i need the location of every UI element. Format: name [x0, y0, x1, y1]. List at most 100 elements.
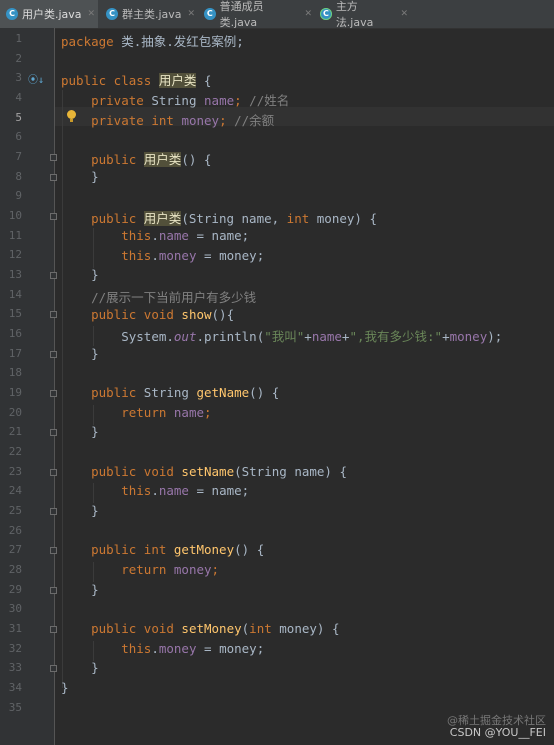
code-text: (String name, — [181, 211, 287, 226]
keyword: this — [121, 228, 152, 243]
code-text: + — [304, 329, 312, 344]
class-icon: C — [204, 8, 216, 20]
class-name: 用户类 — [158, 73, 197, 88]
code-line[interactable]: private String name; //姓名 — [61, 90, 289, 109]
code-line[interactable]: this.money = money; — [61, 641, 264, 656]
code-text: } — [91, 169, 99, 184]
line-number: 23 — [8, 465, 22, 478]
code-text: = name; — [188, 483, 250, 498]
tab-main-class[interactable]: C 主方法.java ✕ — [314, 0, 408, 29]
code-line[interactable]: } — [61, 582, 99, 597]
field: name — [166, 405, 205, 420]
line-number: 10 — [8, 209, 22, 222]
line-number: 7 — [15, 150, 22, 163]
code-line[interactable]: //展示一下当前用户有多少钱 — [61, 287, 256, 306]
code-line[interactable]: } — [61, 680, 69, 695]
code-line[interactable]: } — [61, 267, 99, 282]
code-text: } — [91, 503, 99, 518]
code-line[interactable]: this.money = money; — [61, 248, 264, 263]
code-text: money) { — [309, 211, 377, 226]
code-line[interactable]: this.name = name; — [61, 483, 249, 498]
code-line[interactable]: return money; — [61, 562, 219, 577]
code-line[interactable]: public String getName() { — [61, 385, 279, 400]
keyword: public — [91, 385, 137, 400]
keyword: public — [91, 307, 137, 322]
line-number: 12 — [8, 248, 22, 261]
line-number: 13 — [8, 268, 22, 281]
keyword: public — [91, 464, 137, 479]
code-text: ); — [487, 329, 503, 344]
code-line[interactable]: public int getMoney() { — [61, 542, 264, 557]
fold-icon[interactable] — [50, 272, 57, 279]
implements-marker-icon[interactable]: ⦿↓ — [28, 71, 44, 86]
keyword: class — [106, 73, 159, 88]
code-line[interactable]: public class 用户类 { — [61, 70, 211, 89]
line-number: 32 — [8, 642, 22, 655]
code-text: .println( — [196, 329, 265, 344]
semicolon: ; — [211, 562, 220, 577]
code-line[interactable]: } — [61, 503, 99, 518]
tab-group-owner-class[interactable]: C 群主类.java ✕ — [100, 0, 196, 28]
code-line[interactable]: package 类.抽象.发红包案例; — [61, 31, 244, 50]
close-icon[interactable]: ✕ — [400, 9, 408, 19]
close-icon[interactable]: ✕ — [88, 9, 96, 19]
line-number: 17 — [8, 347, 22, 360]
code-line[interactable]: } — [61, 346, 99, 361]
fold-icon[interactable] — [50, 587, 57, 594]
line-number: 24 — [8, 484, 22, 497]
fold-icon[interactable] — [50, 351, 57, 358]
fold-icon[interactable] — [50, 311, 57, 318]
keyword: void — [136, 464, 182, 479]
fold-icon[interactable] — [50, 469, 57, 476]
close-icon[interactable]: ✕ — [188, 9, 196, 19]
fold-icon[interactable] — [50, 390, 57, 397]
code-text: } — [91, 346, 99, 361]
fold-icon[interactable] — [50, 626, 57, 633]
code-line[interactable]: public void setMoney(int money) { — [61, 621, 339, 636]
keyword: int — [249, 621, 272, 636]
code-line[interactable]: System.out.println("我叫"+name+",我有多少钱:"+m… — [61, 326, 502, 345]
line-number: 1 — [15, 32, 22, 45]
code-line[interactable]: public void show(){ — [61, 307, 234, 322]
line-number: 4 — [15, 91, 22, 104]
line-number: 28 — [8, 563, 22, 576]
tab-member-class[interactable]: C 普通成员类.java ✕ — [198, 0, 312, 29]
field: name — [158, 228, 189, 243]
line-number: 15 — [8, 307, 22, 320]
constructor-name: 用户类 — [143, 211, 182, 226]
code-text: () { — [234, 542, 265, 557]
line-number: 31 — [8, 622, 22, 635]
code-line[interactable]: this.name = name; — [61, 228, 249, 243]
fold-icon[interactable] — [50, 154, 57, 161]
code-line[interactable]: } — [61, 424, 99, 439]
string-literal: ",我有多少钱:" — [349, 329, 443, 344]
code-line[interactable]: public 用户类(String name, int money) { — [61, 208, 377, 227]
code-text: (String name) { — [234, 464, 347, 479]
tab-user-class[interactable]: C 用户类.java ✕ — [0, 0, 98, 28]
code-line[interactable]: return name; — [61, 405, 211, 420]
fold-icon[interactable] — [50, 665, 57, 672]
code-line[interactable]: public 用户类() { — [61, 149, 211, 168]
line-number: 27 — [8, 543, 22, 556]
keyword: public — [91, 542, 137, 557]
fold-icon[interactable] — [50, 213, 57, 220]
line-number: 3 — [15, 71, 22, 84]
gutter-divider — [54, 28, 55, 745]
code-line[interactable]: public void setName(String name) { — [61, 464, 347, 479]
close-icon[interactable]: ✕ — [304, 9, 312, 19]
fold-icon[interactable] — [50, 429, 57, 436]
fold-icon[interactable] — [50, 547, 57, 554]
code-line[interactable]: } — [61, 660, 99, 675]
semicolon: ; — [234, 93, 242, 108]
line-number: 16 — [8, 327, 22, 340]
keyword: return — [121, 405, 167, 420]
line-number: 35 — [8, 701, 22, 714]
code-line[interactable]: private int money; //余额 — [61, 110, 274, 129]
code-text: . — [151, 641, 159, 656]
keyword: private — [91, 113, 144, 128]
fold-icon[interactable] — [50, 174, 57, 181]
code-line[interactable]: } — [61, 169, 99, 184]
line-number: 8 — [15, 170, 22, 183]
line-number: 25 — [8, 504, 22, 517]
fold-icon[interactable] — [50, 508, 57, 515]
